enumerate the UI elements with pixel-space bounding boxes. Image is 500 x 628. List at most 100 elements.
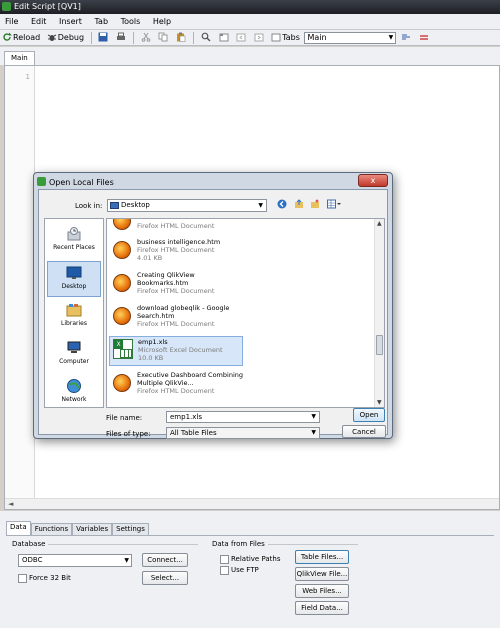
chevron-down-icon: ▼ [388,34,394,41]
tab-right-button[interactable] [252,31,267,45]
back-icon[interactable] [277,199,287,209]
save-button[interactable] [96,31,111,45]
print-button[interactable] [114,31,129,45]
file-type: Firefox HTML Document [137,287,215,295]
close-button[interactable]: x [358,174,388,187]
cut-button[interactable] [139,31,154,45]
place-network[interactable]: Network [47,375,101,411]
reload-icon [3,32,12,41]
debug-button[interactable]: Debug [45,31,86,45]
tab-variables[interactable]: Variables [72,523,113,535]
menu-tab[interactable]: Tab [89,14,113,30]
list-item[interactable]: Executive Dashboard Combining Multiple Q… [109,370,243,402]
place-libraries[interactable]: Libraries [47,299,101,335]
place-computer[interactable]: Computer [47,337,101,373]
table-files-button[interactable]: Table Files... [295,550,349,564]
file-name: business intelligence.htm [137,238,221,246]
web-files-button[interactable]: Web Files... [295,584,349,598]
new-tab-button[interactable] [217,31,232,45]
qlikview-file-button[interactable]: QlikView File... [295,567,349,581]
file-type: Firefox HTML Document [137,222,215,230]
look-in-value: Desktop [121,201,150,209]
tabs-icon [271,33,281,42]
divider [48,544,198,545]
syntax-icon [402,34,410,40]
divider [268,544,358,545]
syntax-button[interactable] [399,31,414,45]
search-icon [201,32,211,42]
new-tab-icon [219,33,229,42]
scroll-left-icon[interactable]: ◄ [8,500,13,508]
look-in-combo[interactable]: Desktop ▼ [107,199,267,212]
dialog-nav-toolbar [277,199,341,212]
place-recent-places[interactable]: Recent Places [47,223,101,259]
file-list[interactable]: Firefox HTML Document business intellige… [106,218,385,408]
find-button[interactable] [199,31,214,45]
tabs-select[interactable]: Main ▼ [304,32,397,44]
menu-file[interactable]: File [0,14,23,30]
tab-left-button[interactable] [234,31,249,45]
window-title-bar: Edit Script [QV1] [0,0,500,14]
menu-edit[interactable]: Edit [26,14,52,30]
list-item[interactable]: Creating QlikView Bookmarks.htm Firefox H… [109,270,243,300]
file-type: Firefox HTML Document [137,387,215,395]
copy-button[interactable] [156,31,171,45]
cancel-button[interactable]: Cancel [342,425,386,438]
close-icon: x [370,176,376,185]
bug-icon [47,34,56,41]
chevron-down-icon: ▼ [311,413,316,420]
view-menu-icon[interactable] [326,199,341,209]
field-data-button[interactable]: Field Data... [295,601,349,615]
scroll-down-icon[interactable]: ▼ [377,399,382,406]
menu-insert[interactable]: Insert [54,14,87,30]
tabs-label-text: Tabs [282,33,300,42]
tab-settings[interactable]: Settings [112,523,149,535]
scroll-up-icon[interactable]: ▲ [377,220,382,227]
dialog-body: Look in: Desktop ▼ Recent Places Desktop … [38,189,388,439]
new-folder-icon[interactable] [310,199,320,209]
file-type: Firefox HTML Document [137,320,215,328]
up-folder-icon[interactable] [294,199,304,209]
menu-tools[interactable]: Tools [116,14,146,30]
use-ftp-checkbox[interactable]: Use FTP [220,566,259,575]
relative-paths-checkbox[interactable]: Relative Paths [220,555,280,564]
firefox-document-icon [113,374,131,392]
line-number-gutter: 1 [5,66,35,499]
toolbar-separator [193,32,195,44]
tab-main[interactable]: Main [4,51,35,65]
vertical-scrollbar[interactable]: ▲ ▼ [374,219,384,407]
force-32-bit-checkbox[interactable]: Force 32 Bit [18,574,71,583]
dialog-title: Open Local Files [49,178,114,187]
menu-help[interactable]: Help [148,14,176,30]
database-combo[interactable]: ODBC ▼ [18,554,132,567]
look-in-label: Look in: [75,202,103,210]
tab-functions[interactable]: Functions [30,523,73,535]
reload-button[interactable]: Reload [0,31,42,45]
list-item[interactable]: Firefox HTML Document [109,219,243,236]
files-of-type-select[interactable]: All Table Files ▼ [166,427,320,439]
desktop-folder-icon [110,202,119,209]
qlikview-app-icon [37,177,46,186]
select-button[interactable]: Select... [142,571,188,585]
tab-right-icon [254,33,264,42]
file-name-input[interactable]: emp1.xls ▼ [166,411,320,423]
connect-button[interactable]: Connect... [142,553,188,567]
toolbar: Reload Debug Tabs Main ▼ [0,30,500,46]
file-type: Firefox HTML Document [137,246,215,254]
list-item[interactable]: download globeqlik - Google Search.htm Fi… [109,303,243,335]
scrollbar-thumb[interactable] [376,335,383,355]
tab-data[interactable]: Data [6,521,31,535]
toolbar-separator [90,32,92,44]
paste-button[interactable] [174,31,189,45]
cut-icon [141,32,151,42]
open-button[interactable]: Open [353,408,385,422]
list-item[interactable]: business intelligence.htm Firefox HTML Do… [109,237,243,265]
place-desktop[interactable]: Desktop [47,261,101,297]
file-name: emp1.xls [138,338,168,346]
file-type: Microsoft Excel Document [138,346,223,354]
bottom-panel: Data Functions Variables Settings Database … [0,511,500,628]
horizontal-scrollbar[interactable]: ◄ [5,498,499,509]
file-size: 4.01 KB [137,254,163,262]
clear-button[interactable] [417,31,432,45]
list-item-selected[interactable]: X emp1.xls Microsoft Excel Document 10.0 K… [109,336,243,366]
